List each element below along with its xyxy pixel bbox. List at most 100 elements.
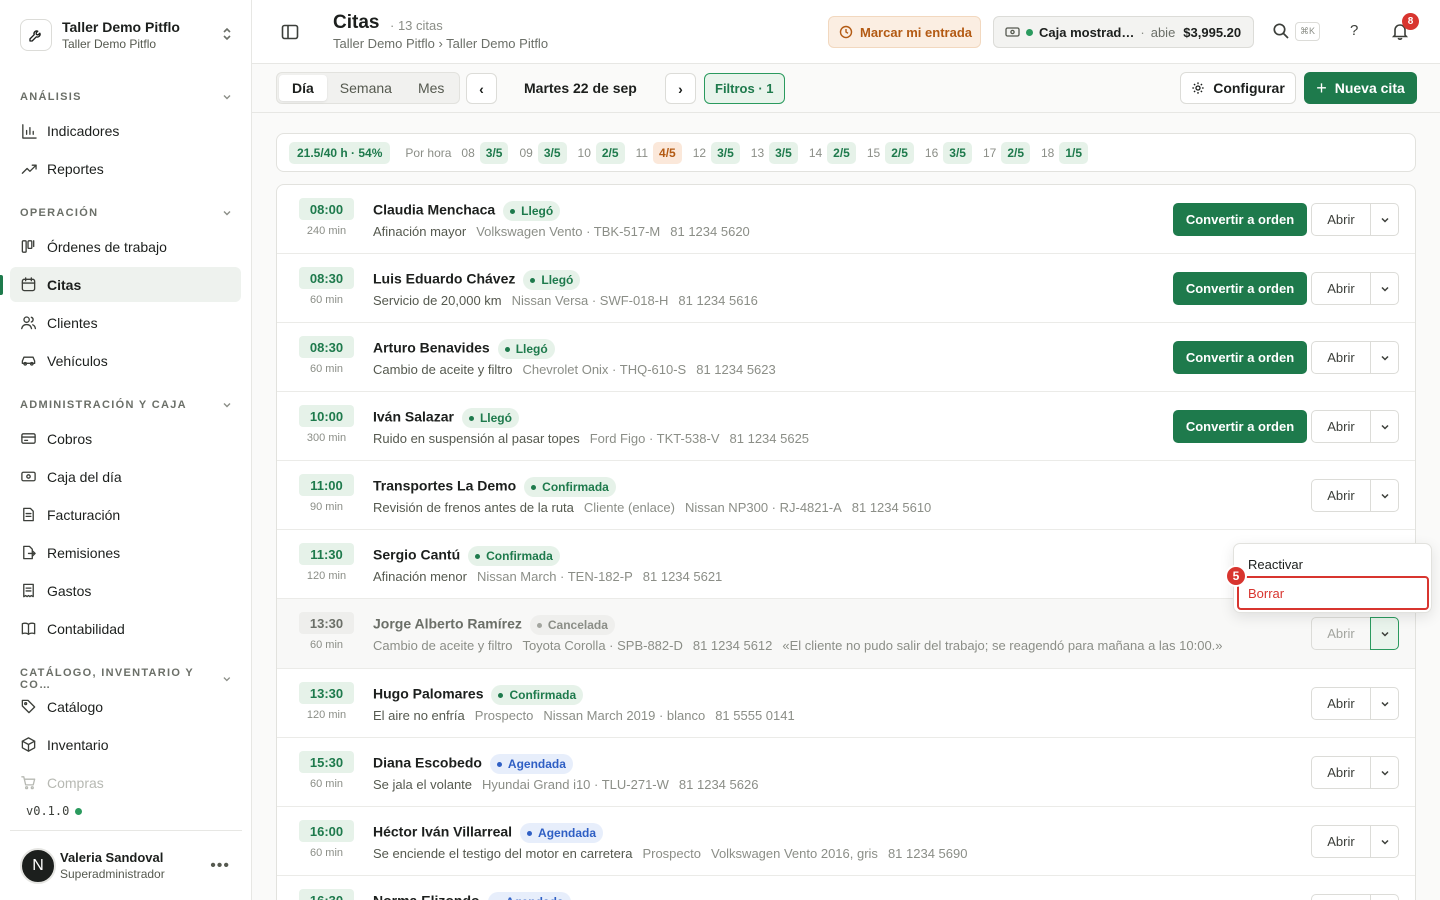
configure-button[interactable]: Configurar [1180,72,1296,104]
service-description: Afinación mayor [373,224,467,239]
convert-to-order-button[interactable]: Convertir a orden [1173,272,1307,305]
row-menu-button[interactable] [1370,687,1399,720]
row-actions-menu: Reactivar Borrar [1233,543,1432,613]
sidebar-item[interactable]: Clientes [10,305,241,340]
sidebar-item[interactable]: Remisiones [10,535,241,570]
section-title[interactable]: ADMINISTRACIÓN Y CAJA [20,399,232,411]
open-appointment-button[interactable]: Abrir [1311,410,1371,443]
row-menu-button[interactable] [1370,825,1399,858]
appointment-row[interactable]: 08:30 60 min Arturo Benavides Llegó Cambio d… [277,323,1415,392]
open-appointment-button[interactable]: Abrir [1311,341,1371,374]
sidebar-item[interactable]: Inventario [10,727,241,762]
appointment-row[interactable]: 16:30 Norma Elizondo Agendada Abrir [277,876,1415,900]
sidebar-item[interactable]: Contabilidad [10,611,241,646]
section-title[interactable]: ANÁLISIS [20,91,232,103]
sidebar-item[interactable]: Gastos [10,573,241,608]
convert-to-order-button[interactable]: Convertir a orden [1173,410,1307,443]
prev-day-button[interactable]: ‹ [466,73,497,104]
hour-load: 3/5 [479,141,509,164]
sidebar-item[interactable]: Catálogo [10,689,241,724]
customer-name[interactable]: Hugo Palomares [373,686,483,702]
clock-icon [839,25,853,39]
view-tab[interactable]: Semana [327,75,405,101]
cash-register-button[interactable]: Caja mostrad… · abie $3,995.20 [993,16,1254,48]
row-menu-button[interactable] [1370,410,1399,443]
row-menu-button[interactable] [1370,756,1399,789]
appointment-row[interactable]: 11:00 90 min Transportes La Demo Confirmada… [277,461,1415,530]
appointment-row[interactable]: 13:30 120 min Hugo Palomares Confirmada El a… [277,669,1415,738]
convert-to-order-button[interactable]: Convertir a orden [1173,203,1307,236]
calendar-icon [21,277,36,292]
user-menu[interactable]: N Valeria Sandoval Superadministrador ••… [10,830,242,900]
view-tab[interactable]: Mes [405,75,457,101]
sidebar-item-label: Clientes [47,314,98,331]
workspace-switcher[interactable]: Taller Demo Pitflo Taller Demo Pitflo [10,10,242,60]
customer-name[interactable]: Transportes La Demo [373,478,516,494]
row-menu-button[interactable] [1370,272,1399,305]
sidebar-item[interactable]: Indicadores [10,113,241,148]
appointment-row[interactable]: 10:00 300 min Iván Salazar Llegó Ruido en su… [277,392,1415,461]
more-icon[interactable]: ••• [210,857,230,875]
customer-name[interactable]: Arturo Benavides [373,340,490,356]
sidebar-item[interactable]: Cobros [10,421,241,456]
reactivate-menu-item[interactable]: Reactivar [1248,557,1303,572]
appointment-time: 16:30 [299,889,354,900]
open-appointment-button[interactable]: Abrir [1311,825,1371,858]
open-appointment-button[interactable]: Abrir [1311,894,1371,900]
sidebar-item[interactable]: Reportes [10,151,241,186]
customer-name[interactable]: Jorge Alberto Ramírez [373,616,522,632]
clock-in-button[interactable]: Marcar mi entrada [828,16,981,48]
section-title-label: ADMINISTRACIÓN Y CAJA [20,399,187,411]
appointment-row[interactable]: 08:00 240 min Claudia Menchaca Llegó Afinaci… [277,185,1415,254]
customer-name[interactable]: Sergio Cantú [373,547,460,563]
sidebar-item-label: Inventario [47,736,109,753]
appointment-row[interactable]: 08:30 60 min Luis Eduardo Chávez Llegó Servi… [277,254,1415,323]
appointment-row[interactable]: 15:30 60 min Diana Escobedo Agendada Se jala… [277,738,1415,807]
service-description: Cambio de aceite y filtro [373,638,513,653]
open-appointment-button[interactable]: Abrir [1311,479,1371,512]
open-appointment-button[interactable]: Abrir [1311,687,1371,720]
view-tab[interactable]: Día [279,75,327,101]
help-icon[interactable]: ? [1350,22,1358,39]
appointment-duration: 60 min [309,847,344,859]
hour-slot: 16 3/5 [925,141,972,164]
open-appointment-button[interactable]: Abrir [1311,203,1371,236]
breadcrumb[interactable]: Taller Demo Pitflo › Taller Demo Pitflo [333,36,548,51]
customer-name[interactable]: Norma Elizondo [373,893,480,900]
delete-menu-item[interactable]: Borrar [1237,576,1429,610]
appointment-meta: 81 1234 5625 [729,431,810,446]
customer-name[interactable]: Iván Salazar [373,409,454,425]
next-day-button[interactable]: › [665,73,696,104]
open-appointment-button[interactable]: Abrir [1311,617,1371,650]
sidebar-item[interactable]: Vehículos [10,343,241,378]
section-title[interactable]: OPERACIÓN [20,207,232,219]
customer-name[interactable]: Héctor Iván Villarreal [373,824,512,840]
customer-name[interactable]: Diana Escobedo [373,755,482,771]
appointment-meta: 81 1234 5623 [696,362,776,377]
sidebar-item[interactable]: Compras [10,765,241,800]
appointment-meta: Nissan March 2019 · blanco [543,708,706,723]
sidebar-item[interactable]: Citas [10,267,241,302]
search-icon[interactable] [1272,22,1290,40]
new-appointment-button[interactable]: + Nueva cita [1304,72,1417,104]
appointment-row[interactable]: 16:00 60 min Héctor Iván Villarreal Agendad… [277,807,1415,876]
customer-name[interactable]: Claudia Menchaca [373,202,495,218]
customer-name[interactable]: Luis Eduardo Chávez [373,271,515,287]
appointment-time: 08:00 [299,198,354,220]
row-menu-button[interactable] [1370,617,1399,650]
sidebar-toggle-icon[interactable] [280,22,300,42]
sidebar-item[interactable]: Órdenes de trabajo [10,229,241,264]
open-appointment-button[interactable]: Abrir [1311,272,1371,305]
sidebar-item[interactable]: Facturación [10,497,241,532]
open-appointment-button[interactable]: Abrir [1311,756,1371,789]
row-menu-button[interactable] [1370,341,1399,374]
convert-to-order-button[interactable]: Convertir a orden [1173,341,1307,374]
row-menu-button[interactable] [1370,479,1399,512]
sidebar-item[interactable]: Caja del día [10,459,241,494]
row-menu-button[interactable] [1370,203,1399,236]
appointment-meta: 81 1234 5616 [678,293,758,308]
section-title[interactable]: CATÁLOGO, INVENTARIO Y CO… [20,667,232,691]
top-header: Citas · 13 citas Taller Demo Pitflo › Ta… [252,0,1440,64]
row-menu-button[interactable] [1370,894,1399,900]
filters-button[interactable]: Filtros · 1 [704,73,785,104]
